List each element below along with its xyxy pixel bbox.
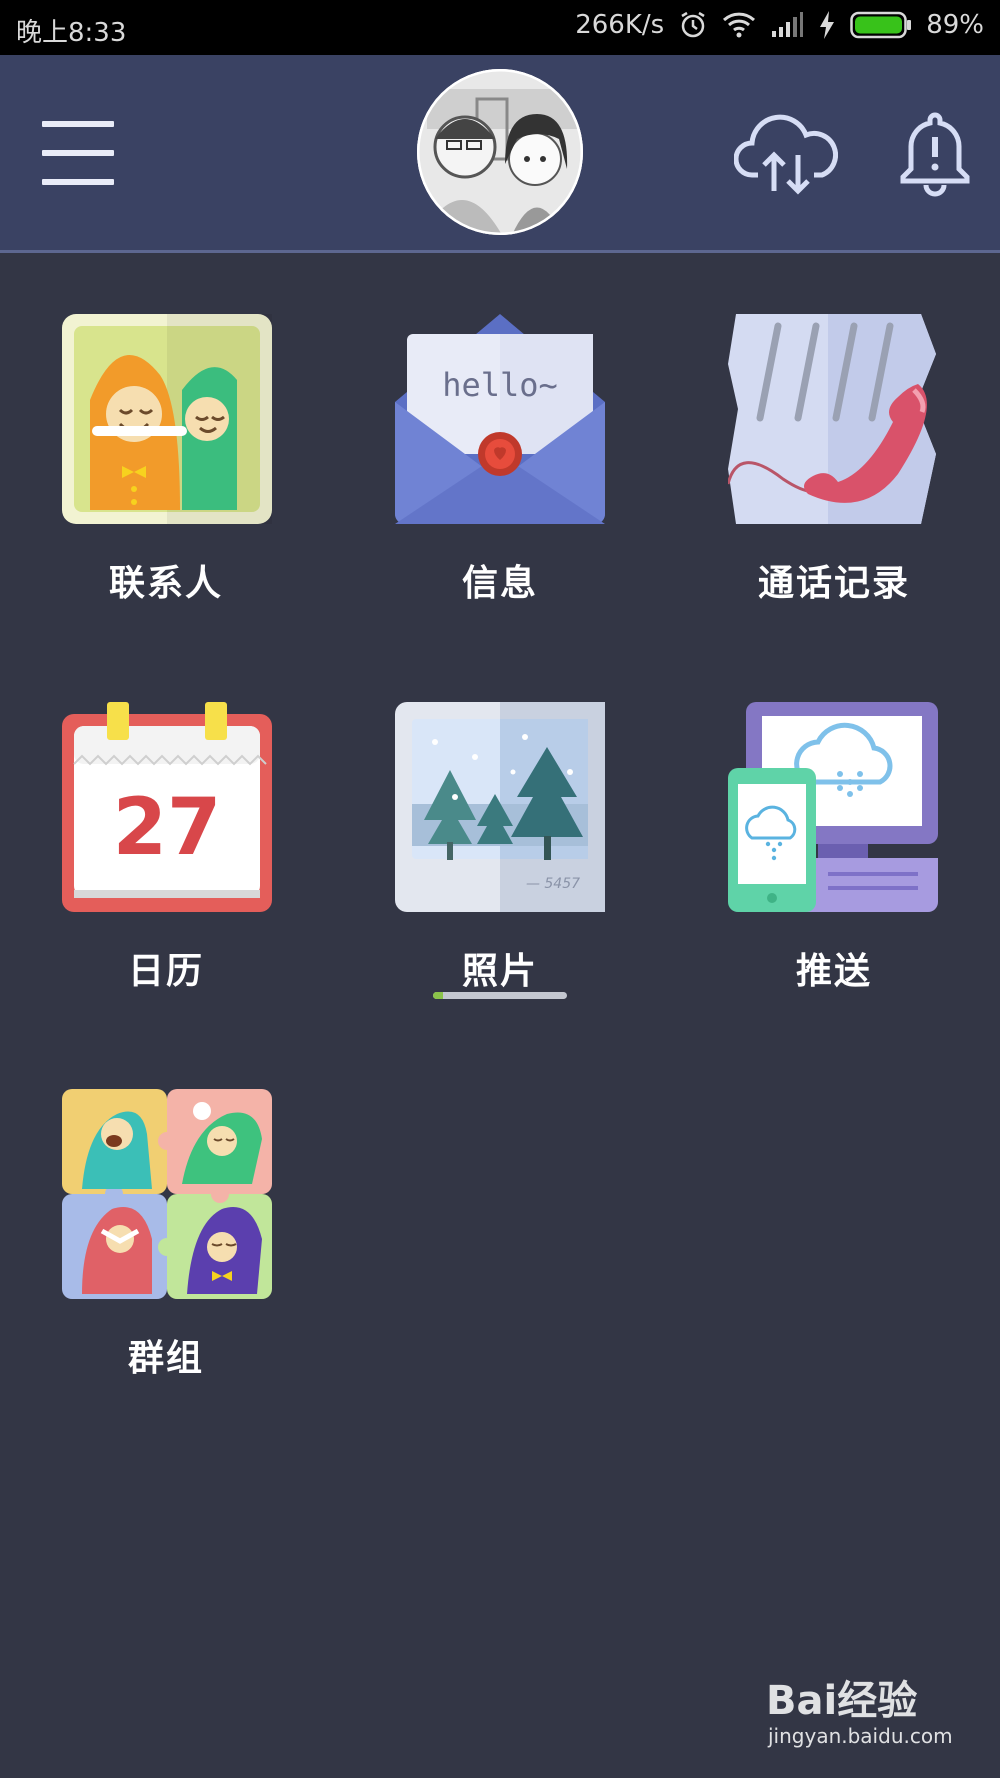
bell-icon[interactable] — [900, 107, 970, 199]
signal-icon — [770, 11, 804, 39]
baidu-jingyan-watermark: Bai经验 jingyan.baidu.com — [766, 1668, 976, 1758]
selected-indicator — [433, 992, 567, 999]
watermark-url: jingyan.baidu.com — [768, 1724, 953, 1748]
app-header — [0, 55, 1000, 253]
app-label: 日历 — [127, 951, 204, 992]
calendar-icon: 27 — [62, 702, 272, 912]
app-label: 信息 — [461, 563, 538, 604]
battery-percent: 89% — [926, 10, 984, 40]
alarm-icon — [678, 10, 708, 40]
app-tile-push[interactable]: 推送 — [668, 702, 938, 1002]
call-log-phone-icon — [726, 314, 938, 524]
photo-caption: — 5457 — [526, 876, 580, 892]
cloud-sync-icon[interactable] — [733, 107, 839, 199]
app-label: 照片 — [461, 951, 538, 992]
profile-avatar[interactable] — [417, 69, 583, 235]
wifi-icon — [722, 11, 756, 39]
app-label: 通话记录 — [757, 563, 910, 604]
calendar-day: 27 — [113, 783, 222, 873]
status-time: 晚上8:33 — [16, 18, 127, 48]
groups-icon — [62, 1089, 272, 1299]
hamburger-menu-icon[interactable] — [38, 121, 118, 185]
app-tile-contacts[interactable]: 联系人 — [0, 314, 272, 614]
app-label: 群组 — [127, 1338, 204, 1379]
app-tile-groups[interactable]: 群组 — [0, 1089, 272, 1389]
charging-icon — [818, 10, 836, 40]
app-tile-photos[interactable]: — 5457 照片 — [334, 702, 605, 1002]
contacts-icon — [62, 314, 272, 524]
app-tile-messages[interactable]: hello~ 信息 — [334, 314, 605, 614]
app-label: 推送 — [795, 951, 872, 992]
app-label: 联系人 — [108, 563, 223, 604]
photos-icon: — 5457 — [395, 702, 605, 912]
watermark-brand: Bai经验 — [766, 1678, 918, 1724]
push-devices-icon — [728, 702, 938, 912]
messages-envelope-icon: hello~ — [395, 314, 605, 524]
app-tile-call-log[interactable]: 通话记录 — [668, 314, 936, 614]
status-bar: 晚上8:33 266K/s 89% — [0, 0, 1000, 55]
network-speed: 266K/s — [575, 10, 665, 40]
envelope-text: hello~ — [442, 366, 558, 404]
battery-icon — [850, 10, 912, 40]
app-tile-calendar[interactable]: 27 日历 — [0, 702, 272, 1002]
